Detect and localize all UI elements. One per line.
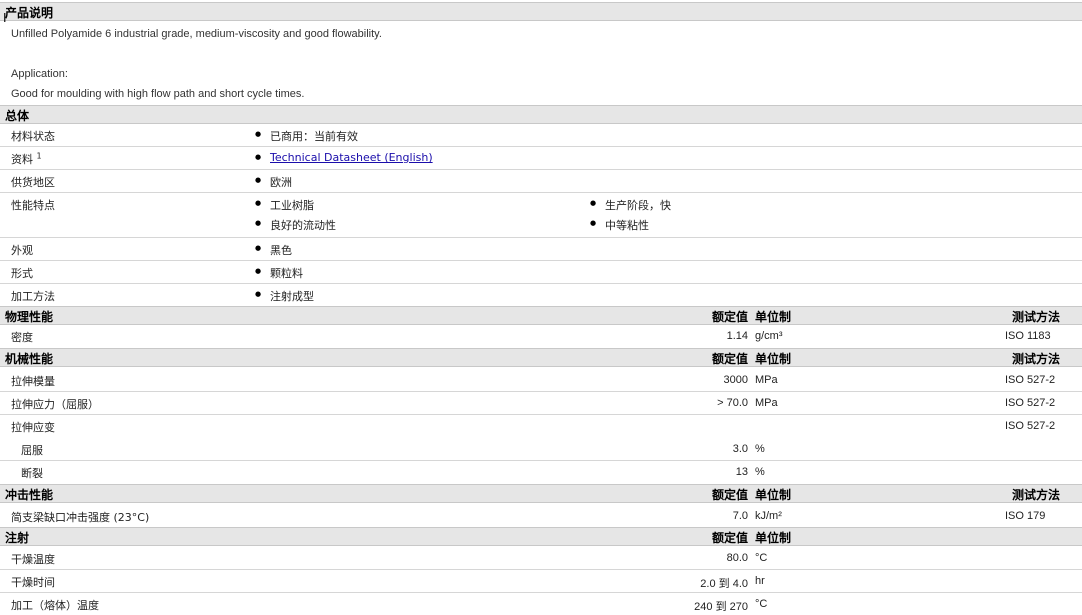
- row-label: 外观: [11, 244, 33, 257]
- section-header-general: 总体: [0, 105, 1082, 124]
- col-header-nominal: 额定值: [711, 310, 748, 324]
- col-header-unit: 单位制: [755, 531, 792, 545]
- table-row: 干燥时间 2.0 到 4.0 hr: [0, 570, 1082, 593]
- row-method: ISO 1183: [1005, 330, 1051, 342]
- row-label: 拉伸应力（屈服）: [11, 398, 99, 411]
- row-value: 7.0: [732, 510, 748, 522]
- row-label: 加工（熔体）温度: [11, 599, 99, 612]
- section-title: 机械性能: [5, 352, 54, 366]
- col-header-method: 测试方法: [1011, 352, 1060, 366]
- row-process: 加工方法 注射成型: [0, 284, 1082, 306]
- row-value: 13: [735, 466, 748, 478]
- row-value: 1.14: [726, 330, 748, 342]
- row-label: 干燥温度: [11, 553, 55, 566]
- row-unit: %: [755, 466, 765, 478]
- row-label: 拉伸模量: [11, 375, 55, 388]
- row-method: ISO 527-2: [1005, 397, 1056, 409]
- datasheet-bullet: Technical Datasheet (English): [255, 151, 433, 164]
- row-value: 已商用：当前有效: [255, 128, 358, 144]
- section-header-product-desc: 产品说明: [0, 2, 1082, 21]
- table-row: 干燥温度 80.0 °C: [0, 547, 1082, 570]
- row-unit: MPa: [755, 397, 778, 409]
- row-unit: g/cm³: [755, 330, 783, 342]
- row-unit: °C: [755, 552, 768, 564]
- row-label: 拉伸应变: [11, 421, 55, 434]
- row-label: 密度: [11, 331, 33, 344]
- row-method: ISO 527-2: [1005, 374, 1056, 386]
- row-unit: %: [755, 443, 765, 455]
- table-row: 拉伸应力（屈服） > 70.0 MPa ISO 527-2: [0, 392, 1082, 415]
- section-title: 物理性能: [5, 310, 54, 324]
- row-label: 干燥时间: [11, 576, 55, 589]
- feature-item: 工业树脂: [255, 197, 314, 213]
- row-label: 简支梁缺口冲击强度 (23°C): [11, 511, 150, 524]
- row-label: 形式: [11, 267, 33, 280]
- row-material-status: 材料状态 已商用：当前有效: [0, 124, 1082, 147]
- table-row: 密度 1.14 g/cm³ ISO 1183: [0, 325, 1082, 348]
- table-row: 拉伸模量 3000 MPa ISO 527-2: [0, 369, 1082, 392]
- col-header-unit: 单位制: [755, 352, 792, 366]
- feature-item: 生产阶段，快: [590, 197, 671, 213]
- col-header-nominal: 额定值: [711, 488, 748, 502]
- section-header-mechanical: 机械性能 额定值 单位制 测试方法: [0, 348, 1082, 367]
- row-unit: kJ/m²: [755, 510, 782, 522]
- row-unit: MPa: [755, 374, 778, 386]
- col-header-nominal: 额定值: [711, 531, 748, 545]
- row-value: > 70.0: [717, 397, 748, 409]
- row-value: 80.0: [726, 552, 748, 564]
- table-row: 简支梁缺口冲击强度 (23°C) 7.0 kJ/m² ISO 179: [0, 505, 1082, 528]
- col-header-nominal: 额定值: [711, 352, 748, 366]
- row-value: 2.0 到 4.0: [700, 578, 748, 590]
- section-header-injection: 注射 额定值 单位制: [0, 527, 1082, 546]
- row-label: 断裂: [21, 467, 43, 480]
- row-value: 颗粒料: [255, 265, 303, 281]
- section-title: 总体: [5, 109, 30, 123]
- row-appearance: 外观 黑色: [0, 238, 1082, 261]
- section-title: 产品说明: [5, 6, 54, 20]
- section-header-physical: 物理性能 额定值 单位制 测试方法: [0, 306, 1082, 325]
- table-row: 断裂 13 %: [0, 461, 1082, 484]
- col-header-unit: 单位制: [755, 310, 792, 324]
- row-value: 3.0: [732, 443, 748, 455]
- row-label: 性能特点: [11, 199, 55, 212]
- table-row: 屈服 3.0 %: [0, 438, 1082, 461]
- row-unit: hr: [755, 575, 765, 587]
- row-label: 资料 1: [11, 151, 42, 166]
- row-value: 黑色: [255, 242, 292, 258]
- section-title: 冲击性能: [5, 488, 54, 502]
- description-text: Unfilled Polyamide 6 industrial grade, m…: [11, 28, 382, 40]
- section-header-impact: 冲击性能 额定值 单位制 测试方法: [0, 484, 1082, 503]
- row-label: 供货地区: [11, 176, 55, 189]
- row-label: 屈服: [21, 444, 43, 457]
- row-docs: 资料 1 Technical Datasheet (English): [0, 147, 1082, 170]
- row-method: ISO 527-2: [1005, 420, 1056, 432]
- application-label: Application:: [11, 68, 68, 80]
- row-unit: °C: [755, 598, 768, 610]
- row-availability: 供货地区 欧洲: [0, 170, 1082, 193]
- row-label: 材料状态: [11, 130, 55, 143]
- row-value: 注射成型: [255, 288, 314, 304]
- application-text: Good for moulding with high flow path an…: [11, 88, 305, 100]
- datasheet-link[interactable]: Technical Datasheet (English): [270, 151, 433, 164]
- row-form: 形式 颗粒料: [0, 261, 1082, 284]
- text-cursor-icon: I: [3, 11, 7, 25]
- col-header-method: 测试方法: [1011, 310, 1060, 324]
- feature-item: 中等粘性: [590, 217, 649, 233]
- row-value: 3000: [723, 374, 748, 386]
- col-header-method: 测试方法: [1011, 488, 1060, 502]
- row-value: 欧洲: [255, 174, 292, 190]
- feature-item: 良好的流动性: [255, 217, 336, 233]
- table-row: 加工（熔体）温度 240 到 270 °C: [0, 593, 1082, 615]
- row-value: 240 到 270: [694, 601, 748, 613]
- table-row: 拉伸应变 ISO 527-2: [0, 415, 1082, 438]
- row-method: ISO 179: [1005, 510, 1046, 522]
- col-header-unit: 单位制: [755, 488, 792, 502]
- row-label: 加工方法: [11, 290, 55, 303]
- section-title: 注射: [5, 531, 30, 545]
- row-features: 性能特点 工业树脂 生产阶段，快 良好的流动性 中等粘性: [0, 193, 1082, 238]
